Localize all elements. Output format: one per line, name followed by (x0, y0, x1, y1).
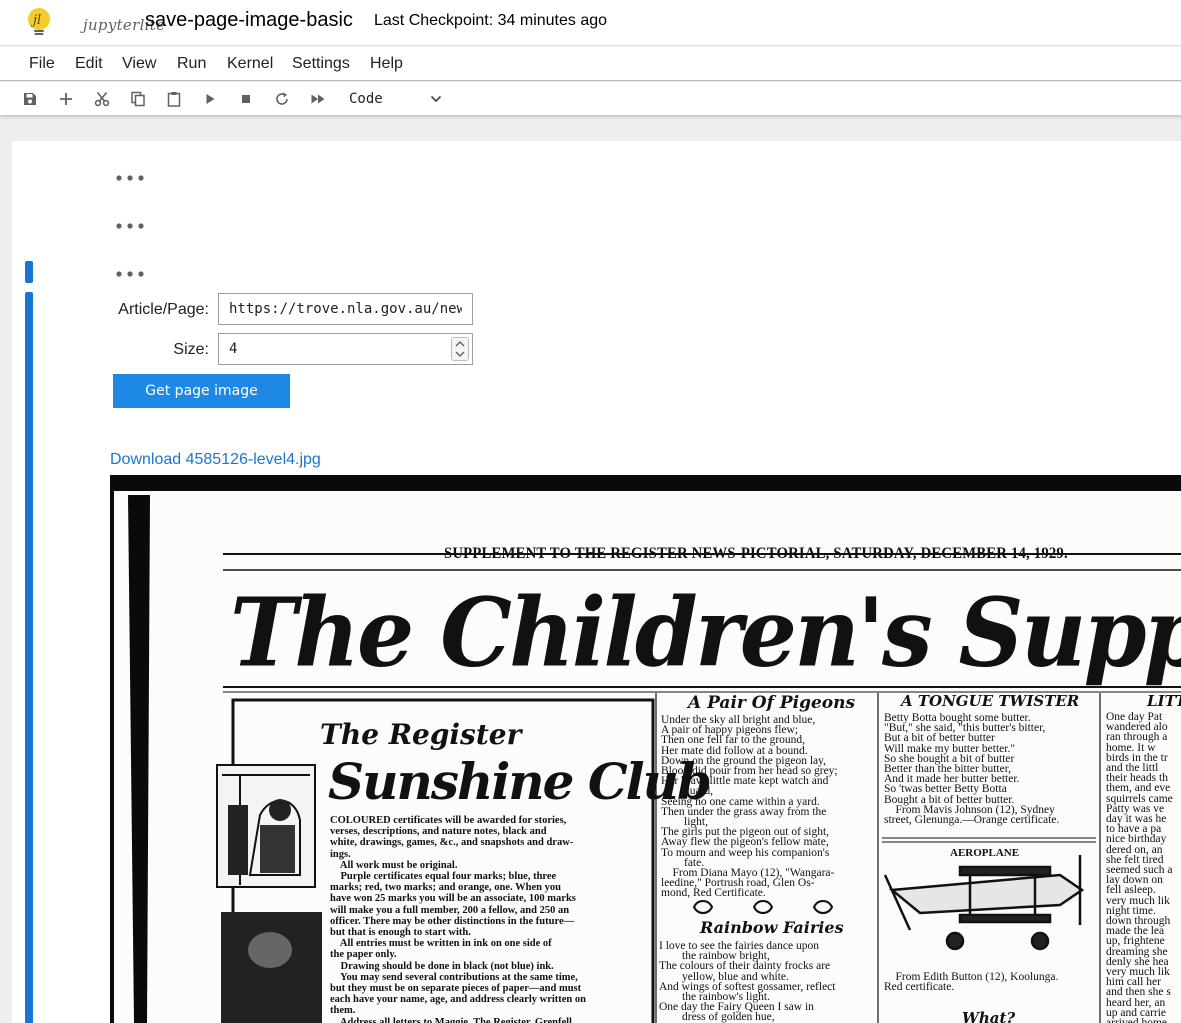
article-page-url-input[interactable] (218, 293, 473, 325)
add-icon (60, 93, 72, 105)
menu-run[interactable]: Run (177, 55, 206, 73)
notebook-title[interactable]: save-page-image-basic (145, 9, 353, 32)
twister-title: A TONGUE TWISTER (901, 692, 1080, 710)
logo-bulb-icon: jl (28, 8, 50, 35)
paste-icon (167, 92, 181, 107)
club-heading-register: The Register (320, 718, 522, 751)
active-cell-input-collapser[interactable] (25, 261, 33, 283)
menu-kernel[interactable]: Kernel (227, 55, 273, 73)
copy-icon (131, 91, 145, 107)
size-label: Size: (173, 341, 209, 358)
interrupt-kernel-button[interactable] (236, 89, 256, 109)
notebook-toolbar: Code (0, 82, 1181, 116)
last-checkpoint-status: Last Checkpoint: 34 minutes ago (374, 12, 608, 29)
spinner-arrows-icon (455, 341, 465, 357)
fast-forward-icon (311, 94, 325, 104)
restart-kernel-button[interactable] (272, 89, 292, 109)
fairies-poem: I love to see the fairies dance upon the… (659, 940, 836, 1023)
aeroplane-caption: AEROPLANE (950, 847, 1020, 859)
menu-settings[interactable]: Settings (292, 55, 350, 73)
download-image-link[interactable]: Download 4585126-level4.jpg (110, 451, 321, 469)
url-label: Article/Page: (118, 301, 209, 318)
twister-text: Betty Botta bought some butter. "But," s… (884, 712, 1060, 827)
copy-button[interactable] (128, 89, 148, 109)
menu-edit[interactable]: Edit (75, 55, 103, 73)
fairies-title: Rainbow Fairies (700, 918, 844, 937)
restart-run-all-button[interactable] (308, 89, 328, 109)
active-cell-output-collapser[interactable] (25, 292, 33, 1023)
ellipsis-icon (116, 271, 144, 277)
paste-button[interactable] (164, 89, 184, 109)
ellipsis-icon (116, 223, 144, 229)
right-column-title: LITT (1147, 692, 1181, 710)
collapsed-cell-3[interactable] (115, 266, 145, 277)
pigeons-poem: Under the sky all bright and blue, A pai… (661, 714, 838, 900)
cell-type-dropdown[interactable]: Code (341, 87, 449, 111)
menu-file[interactable]: File (29, 55, 55, 73)
insert-cell-button[interactable] (56, 89, 76, 109)
jupyterlite-logo[interactable]: jl jupyterlite (27, 7, 165, 39)
what-title: What? (962, 1009, 1016, 1023)
run-cell-button[interactable] (200, 89, 220, 109)
stop-icon (242, 95, 250, 103)
collapsed-cell-1[interactable] (115, 170, 145, 181)
cell-type-value: Code (349, 91, 383, 107)
cut-button[interactable] (92, 89, 112, 109)
save-button[interactable] (20, 89, 40, 109)
size-number-field (218, 333, 473, 365)
run-icon (206, 94, 215, 104)
ellipsis-icon (116, 175, 144, 181)
top-header: jl jupyterlite save-page-image-basic Las… (0, 0, 1181, 46)
save-icon (24, 93, 36, 105)
size-stepper[interactable] (451, 337, 469, 361)
menu-help[interactable]: Help (370, 55, 403, 73)
cut-icon (94, 92, 110, 107)
club-rules-text: COLOURED certificates will be awarded fo… (330, 815, 586, 1023)
collapsed-cell-2[interactable] (115, 218, 145, 229)
menu-view[interactable]: View (122, 55, 156, 73)
menu-bar: File Edit View Run Kernel Settings Help (0, 47, 1181, 81)
newspaper-masthead: The Children's Suppleme (230, 575, 1181, 689)
chevron-down-icon (430, 95, 442, 103)
aeroplane-credit: From Edith Button (12), Koolunga. Red ce… (884, 971, 1059, 994)
club-heading-sunshine: Sunshine Club (328, 752, 712, 811)
restart-icon (276, 92, 288, 105)
pigeons-title: A Pair Of Pigeons (688, 693, 856, 713)
get-page-image-button[interactable]: Get page image (113, 374, 290, 408)
notebook-panel: Article/Page: Size: Get page image Downl… (12, 141, 1181, 1023)
right-column-story: One day Pat wandered alo ran through a h… (1106, 711, 1173, 1023)
newspaper-page-image: SUPPLEMENT TO THE REGISTER NEWS-PICTORIA… (110, 475, 1181, 1023)
newspaper-dateline: SUPPLEMENT TO THE REGISTER NEWS-PICTORIA… (444, 545, 1068, 562)
size-input[interactable] (219, 334, 449, 364)
